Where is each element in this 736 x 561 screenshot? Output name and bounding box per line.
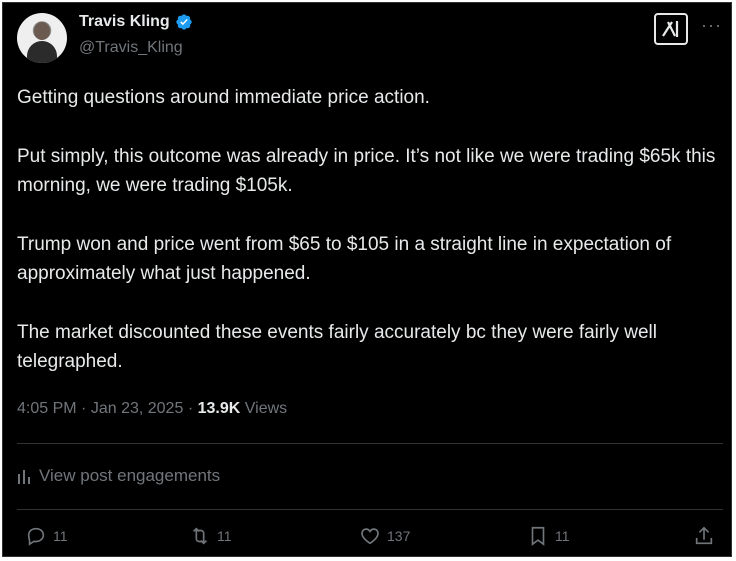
grok-icon	[662, 21, 679, 37]
post-paragraph: Getting questions around immediate price…	[17, 87, 430, 108]
post-meta: 4:05 PM · Jan 23, 2025 · 13.9K Views	[17, 400, 287, 418]
reply-icon	[27, 527, 45, 546]
post-date[interactable]: Jan 23, 2025	[91, 400, 184, 417]
post-paragraph: Put simply, this outcome was already in …	[17, 146, 716, 196]
like-count: 137	[387, 528, 411, 544]
grok-button[interactable]	[654, 13, 688, 45]
share-icon	[695, 526, 713, 545]
repost-button[interactable]: 11	[189, 525, 232, 547]
share-button[interactable]	[693, 525, 715, 547]
divider	[17, 443, 723, 444]
views-label: Views	[244, 400, 288, 417]
repost-icon	[192, 527, 208, 545]
bookmark-button[interactable]: 11	[527, 525, 570, 547]
post-time[interactable]: 4:05 PM	[17, 400, 77, 417]
avatar-head	[34, 22, 50, 40]
bookmark-icon	[531, 526, 545, 546]
meta-separator: ·	[187, 400, 198, 417]
author-name-row: Travis Kling	[79, 13, 193, 31]
divider	[17, 509, 723, 510]
view-engagements-label: View post engagements	[39, 466, 221, 485]
like-icon	[361, 528, 379, 545]
reply-count: 11	[53, 528, 68, 544]
avatar[interactable]	[17, 13, 67, 63]
post-card: Travis Kling @Travis_Kling ··· Getting q…	[2, 2, 732, 557]
like-button[interactable]: 137	[359, 525, 410, 547]
bookmark-count: 11	[555, 528, 570, 544]
analytics-icon	[18, 470, 30, 484]
action-bar: 11 11 137 11	[3, 525, 731, 555]
repost-count: 11	[217, 528, 232, 544]
post-paragraph: Trump won and price went from $65 to $10…	[17, 234, 672, 284]
meta-separator: ·	[81, 400, 91, 417]
view-engagements-link[interactable]: View post engagements	[17, 466, 220, 486]
avatar-body	[27, 41, 57, 63]
post-text: Getting questions around immediate price…	[17, 83, 722, 406]
more-icon[interactable]: ···	[701, 15, 722, 36]
views-count: 13.9K	[197, 400, 241, 417]
verified-badge-icon[interactable]	[175, 13, 193, 31]
author-handle[interactable]: @Travis_Kling	[79, 39, 183, 57]
reply-button[interactable]: 11	[25, 525, 68, 547]
post-paragraph: The market discounted these events fairl…	[17, 322, 657, 372]
author-name[interactable]: Travis Kling	[79, 13, 170, 31]
